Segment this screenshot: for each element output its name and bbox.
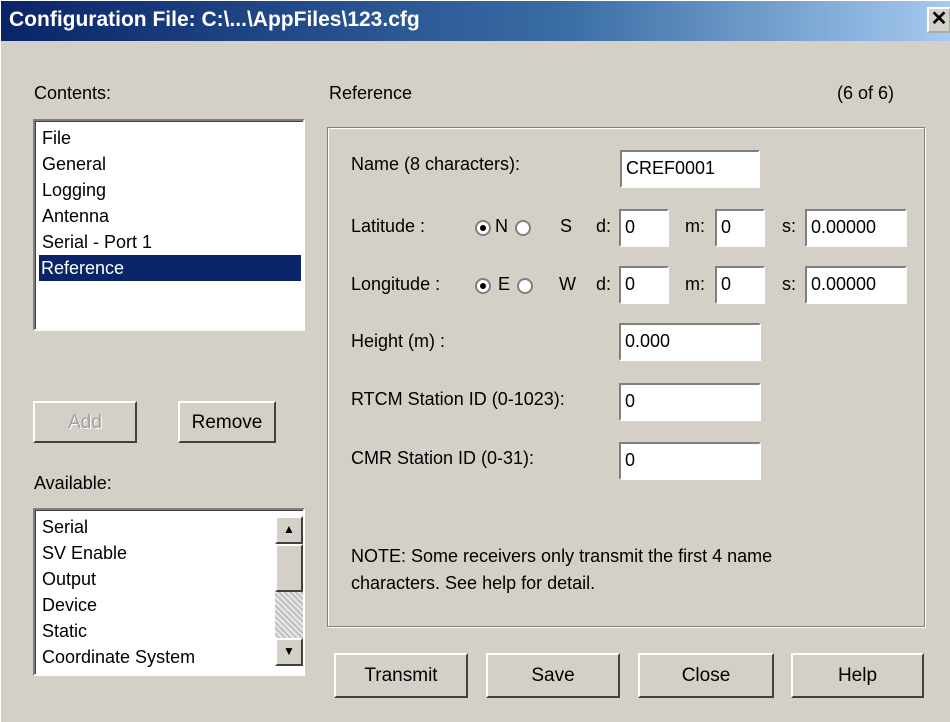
longitude-minutes-input[interactable]: 0 <box>715 266 765 304</box>
longitude-e-label: E <box>498 274 511 294</box>
latitude-degrees-input[interactable]: 0 <box>619 209 669 247</box>
available-item-device[interactable]: Device <box>40 592 97 618</box>
latitude-s-label: S <box>560 216 573 236</box>
latitude-n-radio[interactable] <box>475 220 491 236</box>
close-window-button[interactable]: ✕ <box>927 7 950 33</box>
longitude-s-label: s: <box>782 274 797 294</box>
contents-label: Contents: <box>34 83 112 103</box>
longitude-degrees-input[interactable]: 0 <box>619 266 669 304</box>
save-button[interactable]: Save <box>486 653 620 698</box>
longitude-d-label: d: <box>596 274 612 294</box>
longitude-m-label: m: <box>685 274 705 294</box>
title-bar[interactable]: Configuration File: C:\...\AppFiles\123.… <box>1 1 950 41</box>
close-button-label: Close <box>681 665 731 686</box>
available-item-serial[interactable]: Serial <box>40 514 88 540</box>
close-button[interactable]: Close <box>638 653 774 698</box>
rtcm-station-id-label: RTCM Station ID (0-1023): <box>351 389 565 409</box>
latitude-seconds-input[interactable]: 0.00000 <box>805 209 907 247</box>
transmit-button[interactable]: Transmit <box>334 653 468 698</box>
contents-item-logging[interactable]: Logging <box>40 177 106 203</box>
help-button[interactable]: Help <box>791 653 924 698</box>
scroll-thumb[interactable] <box>275 544 303 592</box>
available-item-coordinate-system[interactable]: Coordinate System <box>40 644 195 670</box>
rtcm-station-id-input[interactable]: 0 <box>619 383 761 421</box>
add-button[interactable]: Add <box>33 401 137 443</box>
latitude-m-label: m: <box>685 216 705 236</box>
save-button-label: Save <box>531 665 575 686</box>
available-scrollbar[interactable]: ▲ ▼ <box>275 516 303 666</box>
contents-item-antenna[interactable]: Antenna <box>40 203 109 229</box>
remove-button-label: Remove <box>191 412 263 433</box>
longitude-w-radio[interactable] <box>517 278 533 294</box>
latitude-s-radio[interactable] <box>515 220 531 236</box>
contents-item-serial-port-1[interactable]: Serial - Port 1 <box>40 229 152 255</box>
name-input[interactable]: CREF0001 <box>620 150 760 188</box>
section-title: Reference <box>329 83 413 103</box>
latitude-s-seconds-label: s: <box>782 216 797 236</box>
longitude-label: Longitude : <box>351 274 441 294</box>
contents-item-reference[interactable]: Reference <box>39 255 301 281</box>
available-item-output[interactable]: Output <box>40 566 96 592</box>
latitude-minutes-input[interactable]: 0 <box>715 209 765 247</box>
remove-button[interactable]: Remove <box>178 401 276 443</box>
available-list[interactable]: Serial SV Enable Output Device Static Co… <box>33 508 305 676</box>
longitude-seconds-input[interactable]: 0.00000 <box>805 266 907 304</box>
available-label: Available: <box>34 473 112 493</box>
longitude-e-radio[interactable] <box>475 278 491 294</box>
scroll-up-icon: ▲ <box>283 522 295 536</box>
cmr-station-id-label: CMR Station ID (0-31): <box>351 448 535 468</box>
latitude-label: Latitude : <box>351 216 426 236</box>
contents-item-general[interactable]: General <box>40 151 106 177</box>
scroll-down-button[interactable]: ▼ <box>275 638 303 666</box>
available-item-sv-enable[interactable]: SV Enable <box>40 540 127 566</box>
scroll-down-icon: ▼ <box>283 644 295 658</box>
section-counter: (6 of 6) <box>837 83 895 103</box>
contents-item-file[interactable]: File <box>40 125 71 151</box>
latitude-d-label: d: <box>596 216 612 236</box>
transmit-button-label: Transmit <box>364 665 438 686</box>
cmr-station-id-input[interactable]: 0 <box>619 442 761 480</box>
available-item-static[interactable]: Static <box>40 618 87 644</box>
longitude-w-label: W <box>559 274 576 294</box>
add-button-label: Add <box>68 412 102 433</box>
configuration-dialog: Configuration File: C:\...\AppFiles\123.… <box>0 0 950 722</box>
help-button-label: Help <box>837 665 878 686</box>
latitude-n-label: N <box>495 216 508 236</box>
close-icon: ✕ <box>930 8 948 30</box>
name-label: Name (8 characters): <box>351 154 521 174</box>
window-title: Configuration File: C:\...\AppFiles\123.… <box>9 8 420 31</box>
height-input[interactable]: 0.000 <box>619 323 761 361</box>
contents-list[interactable]: File General Logging Antenna Serial - Po… <box>33 119 305 331</box>
note-text: NOTE: Some receivers only transmit the f… <box>351 546 773 593</box>
scroll-up-button[interactable]: ▲ <box>275 516 303 544</box>
height-label: Height (m) : <box>351 331 446 351</box>
